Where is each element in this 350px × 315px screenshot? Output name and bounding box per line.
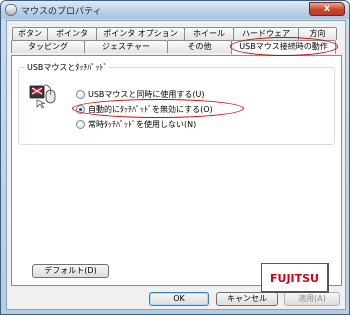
tab-gesture[interactable]: ジェスチャー bbox=[84, 40, 168, 53]
radio-label: USBマウスと同時に使用する(U) bbox=[88, 90, 205, 99]
default-button[interactable]: デフォルト(D) bbox=[32, 264, 109, 278]
fujitsu-logo: FUJITSU bbox=[261, 263, 329, 293]
radio-button[interactable] bbox=[76, 120, 85, 129]
logo-text: FUJITSU bbox=[270, 272, 319, 285]
apply-button[interactable]: 適用(A) bbox=[284, 292, 340, 306]
tab-other[interactable]: その他 bbox=[167, 40, 232, 53]
tab-tapping[interactable]: タッピング bbox=[11, 40, 85, 53]
window-title: マウスのプロパティ bbox=[21, 7, 102, 17]
tab-orientation[interactable]: 方向 bbox=[298, 27, 337, 40]
group-title: USBマウスとﾀｯﾁﾊﾟｯﾄﾞ bbox=[25, 62, 110, 73]
tab-button[interactable]: ボタン bbox=[12, 27, 48, 40]
title-bar[interactable]: マウスのプロパティ x bbox=[1, 1, 349, 19]
tab-pointer[interactable]: ポインタ bbox=[47, 27, 97, 40]
properties-window: マウスのプロパティ x ボタン ポインタ ポインタ オプション ホイール ハード… bbox=[0, 0, 350, 315]
usb-mouse-touchpad-group: USBマウスとﾀｯﾁﾊﾟｯﾄﾞ USBマウスと同時に使用する(U) 自動的にﾀｯ… bbox=[18, 62, 335, 145]
mouse-icon bbox=[5, 4, 17, 16]
tab-pointer-options[interactable]: ポインタ オプション bbox=[96, 27, 185, 40]
tab-panel: USBマウスとﾀｯﾁﾊﾟｯﾄﾞ USBマウスと同時に使用する(U) 自動的にﾀｯ… bbox=[11, 55, 342, 293]
radio-button[interactable] bbox=[76, 90, 85, 99]
radio-label: 自動的にﾀｯﾁﾊﾟｯﾄﾞを無効にする(O) bbox=[88, 105, 213, 114]
cancel-button[interactable]: キャンセル bbox=[216, 292, 278, 306]
tab-wheel[interactable]: ホイール bbox=[184, 27, 234, 40]
dialog-body: ボタン ポインタ ポインタ オプション ホイール ハードウェア 方向 タッピング… bbox=[6, 20, 346, 310]
tab-hardware[interactable]: ハードウェア bbox=[233, 27, 299, 40]
radio-button-selected[interactable] bbox=[76, 105, 85, 114]
radio-label: 常時ﾀｯﾁﾊﾟｯﾄﾞを使用しない(N) bbox=[88, 120, 197, 129]
touchpad-usb-mouse-icon bbox=[29, 84, 56, 109]
close-button[interactable]: x bbox=[309, 2, 345, 16]
tab-usb-mouse-behavior[interactable]: USBマウス接続時の動作 bbox=[231, 40, 336, 54]
ok-button[interactable]: OK bbox=[149, 292, 209, 306]
